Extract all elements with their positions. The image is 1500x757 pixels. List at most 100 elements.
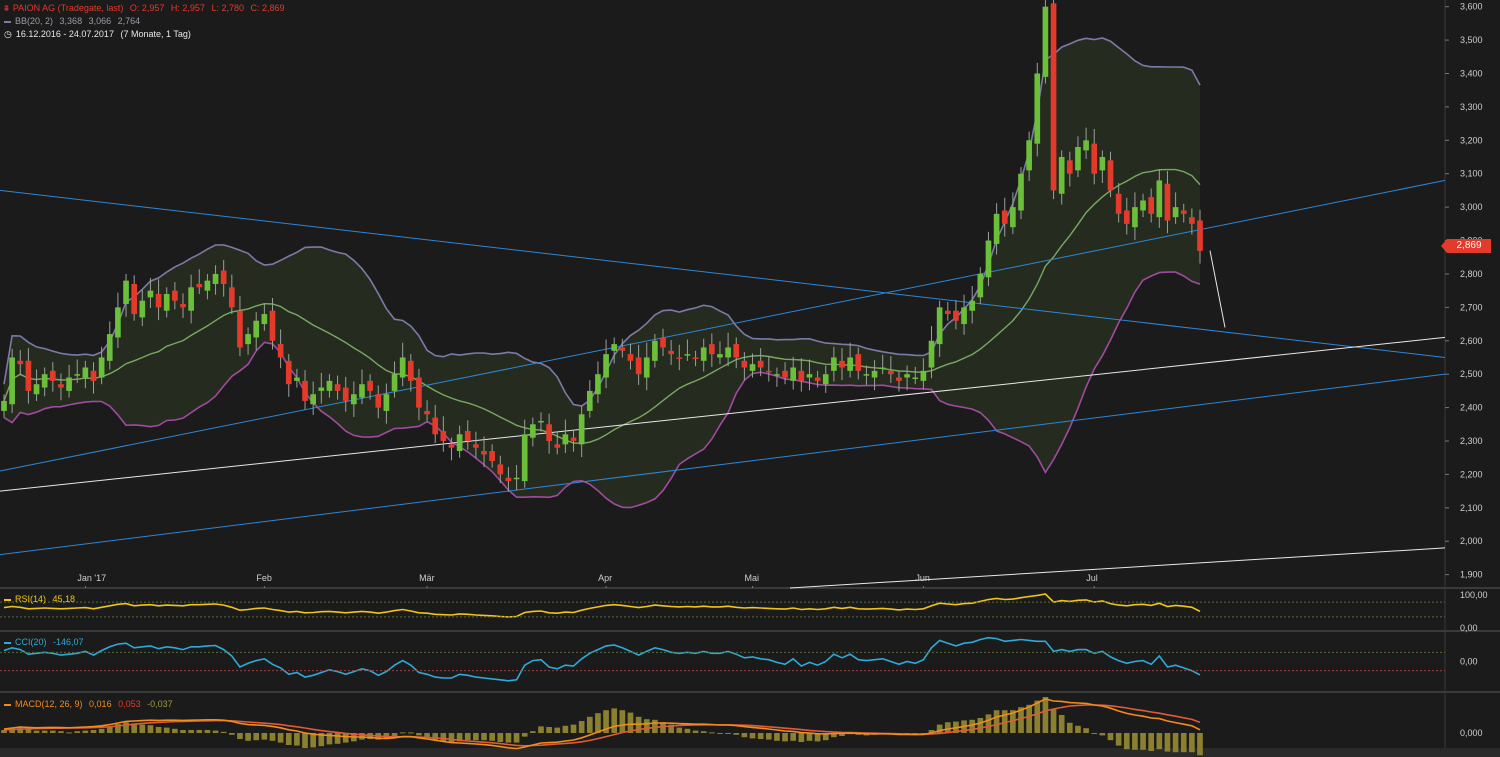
candle-body [725, 347, 731, 358]
candle-body [717, 354, 723, 358]
candle-body [1156, 180, 1163, 218]
candle-body [163, 294, 170, 311]
macd-hist-bar [676, 727, 683, 733]
candle-body [74, 374, 81, 376]
ohlc-open: O: 2,957 [129, 3, 165, 13]
symbol-name: PAION AG (Tradegate, last) [12, 3, 124, 13]
candle-body [9, 357, 15, 405]
cci-axis-label: 0,00 [1460, 657, 1478, 667]
macd-hist-bar [1058, 715, 1065, 733]
candle-body [847, 357, 853, 371]
macd-hist-bar [228, 733, 235, 735]
candle-body [969, 300, 976, 311]
macd-hist-bar [969, 719, 976, 733]
candle-body [310, 394, 316, 405]
candle-body [586, 390, 593, 411]
candle-body [375, 394, 382, 408]
cci-label: CCI(20) [15, 637, 47, 647]
candle-body [1018, 173, 1024, 211]
y-tick-label: 1,900 [1460, 570, 1483, 580]
candle-body [578, 414, 585, 445]
candle-body [497, 464, 504, 475]
y-tick-label: 3,300 [1460, 102, 1483, 112]
rsi-label: RSI(14) [15, 594, 47, 604]
macd-hist-bar [538, 726, 544, 733]
candle-body [440, 430, 447, 441]
candle-body [782, 370, 788, 378]
bb-legend: BB(20, 2) 3,368 3,066 2,764 [4, 16, 144, 27]
macd-legend: MACD(12, 26, 9) 0,016 0,053 -0,037 [4, 699, 177, 710]
macd-hist-bar [1042, 697, 1049, 733]
candle-body [359, 384, 365, 398]
macd-hist-bar [90, 730, 97, 733]
candle-body [546, 424, 552, 441]
macd-hist-bar [212, 730, 219, 733]
y-tick-label: 2,400 [1460, 403, 1483, 413]
macd-hist-bar [155, 727, 162, 733]
macd-hist-bar [1075, 725, 1081, 733]
macd-hist-bar [416, 733, 422, 736]
macd-hist-bar [977, 718, 984, 733]
candle-body [416, 377, 422, 408]
candle-body [302, 380, 308, 401]
candle-body [554, 444, 561, 448]
macd-hist-bar [554, 727, 561, 733]
last-price-tag: 2,869 [1441, 239, 1491, 253]
macd-hist-bar [1091, 733, 1098, 734]
candle-icon: ⩩ [4, 3, 9, 13]
macd-hist-bar [497, 733, 504, 742]
x-tick-label: Jul [1086, 573, 1098, 583]
macd-hist-bar [643, 719, 650, 733]
price-axis: 1,900 2,000 2,100 2,200 2,300 2,400 2,500 2,600… [1445, 2, 1483, 580]
candle-body [155, 294, 162, 308]
candle-body [1001, 210, 1008, 224]
candle-body [1180, 210, 1187, 214]
candle-body [912, 377, 919, 380]
candle-body [1066, 160, 1073, 174]
candle-body [1099, 157, 1106, 171]
cci-legend: CCI(20) -146,07 [4, 637, 88, 648]
macd-hist-bar [1172, 733, 1179, 753]
macd-hist-bar [49, 730, 56, 733]
y-tick-label: 2,000 [1460, 536, 1483, 546]
macd-hist-bar [513, 733, 520, 743]
candle-body [936, 307, 943, 345]
rsi-axis-label: 100,00 [1460, 590, 1488, 600]
macd-hist-bar [277, 733, 284, 743]
macd-hist-bar [725, 733, 731, 734]
macd-hist-bar [440, 733, 447, 742]
y-tick-label: 3,600 [1460, 2, 1483, 12]
macd-hist-bar [806, 733, 813, 741]
bb-mid: 3,066 [88, 16, 112, 26]
candle-body [448, 444, 455, 448]
candle-body [953, 310, 959, 321]
candle-body [1075, 147, 1081, 171]
macd-hist-bar [652, 719, 658, 733]
candle-body [765, 370, 772, 373]
candle-body [774, 374, 780, 376]
candle-body [172, 290, 178, 301]
y-tick-label: 2,100 [1460, 503, 1483, 513]
candle-body [603, 354, 609, 378]
candle-body [888, 370, 894, 375]
macd-signal-value: 0,053 [118, 699, 141, 709]
candle-body [326, 380, 333, 391]
y-tick-label: 2,300 [1460, 436, 1483, 446]
macd-hist-bar [261, 733, 268, 740]
macd-value: 0,016 [89, 699, 112, 709]
candle-body [424, 410, 430, 415]
candle-body [668, 350, 674, 355]
macd-hist-bar [489, 733, 495, 741]
macd-hist-bar [220, 731, 227, 733]
macd-hist-bar [619, 710, 626, 733]
x-tick-label: Apr [598, 573, 612, 583]
candle-body [399, 357, 406, 378]
bb-label: BB(20, 2) [15, 16, 54, 26]
macd-hist-bar [798, 733, 805, 742]
candle-body [1172, 207, 1179, 218]
candle-body [928, 340, 935, 368]
macd-hist-bar [505, 733, 512, 743]
candle-body [635, 357, 642, 375]
macd-hist-bar [757, 733, 764, 739]
candle-body [294, 377, 300, 381]
